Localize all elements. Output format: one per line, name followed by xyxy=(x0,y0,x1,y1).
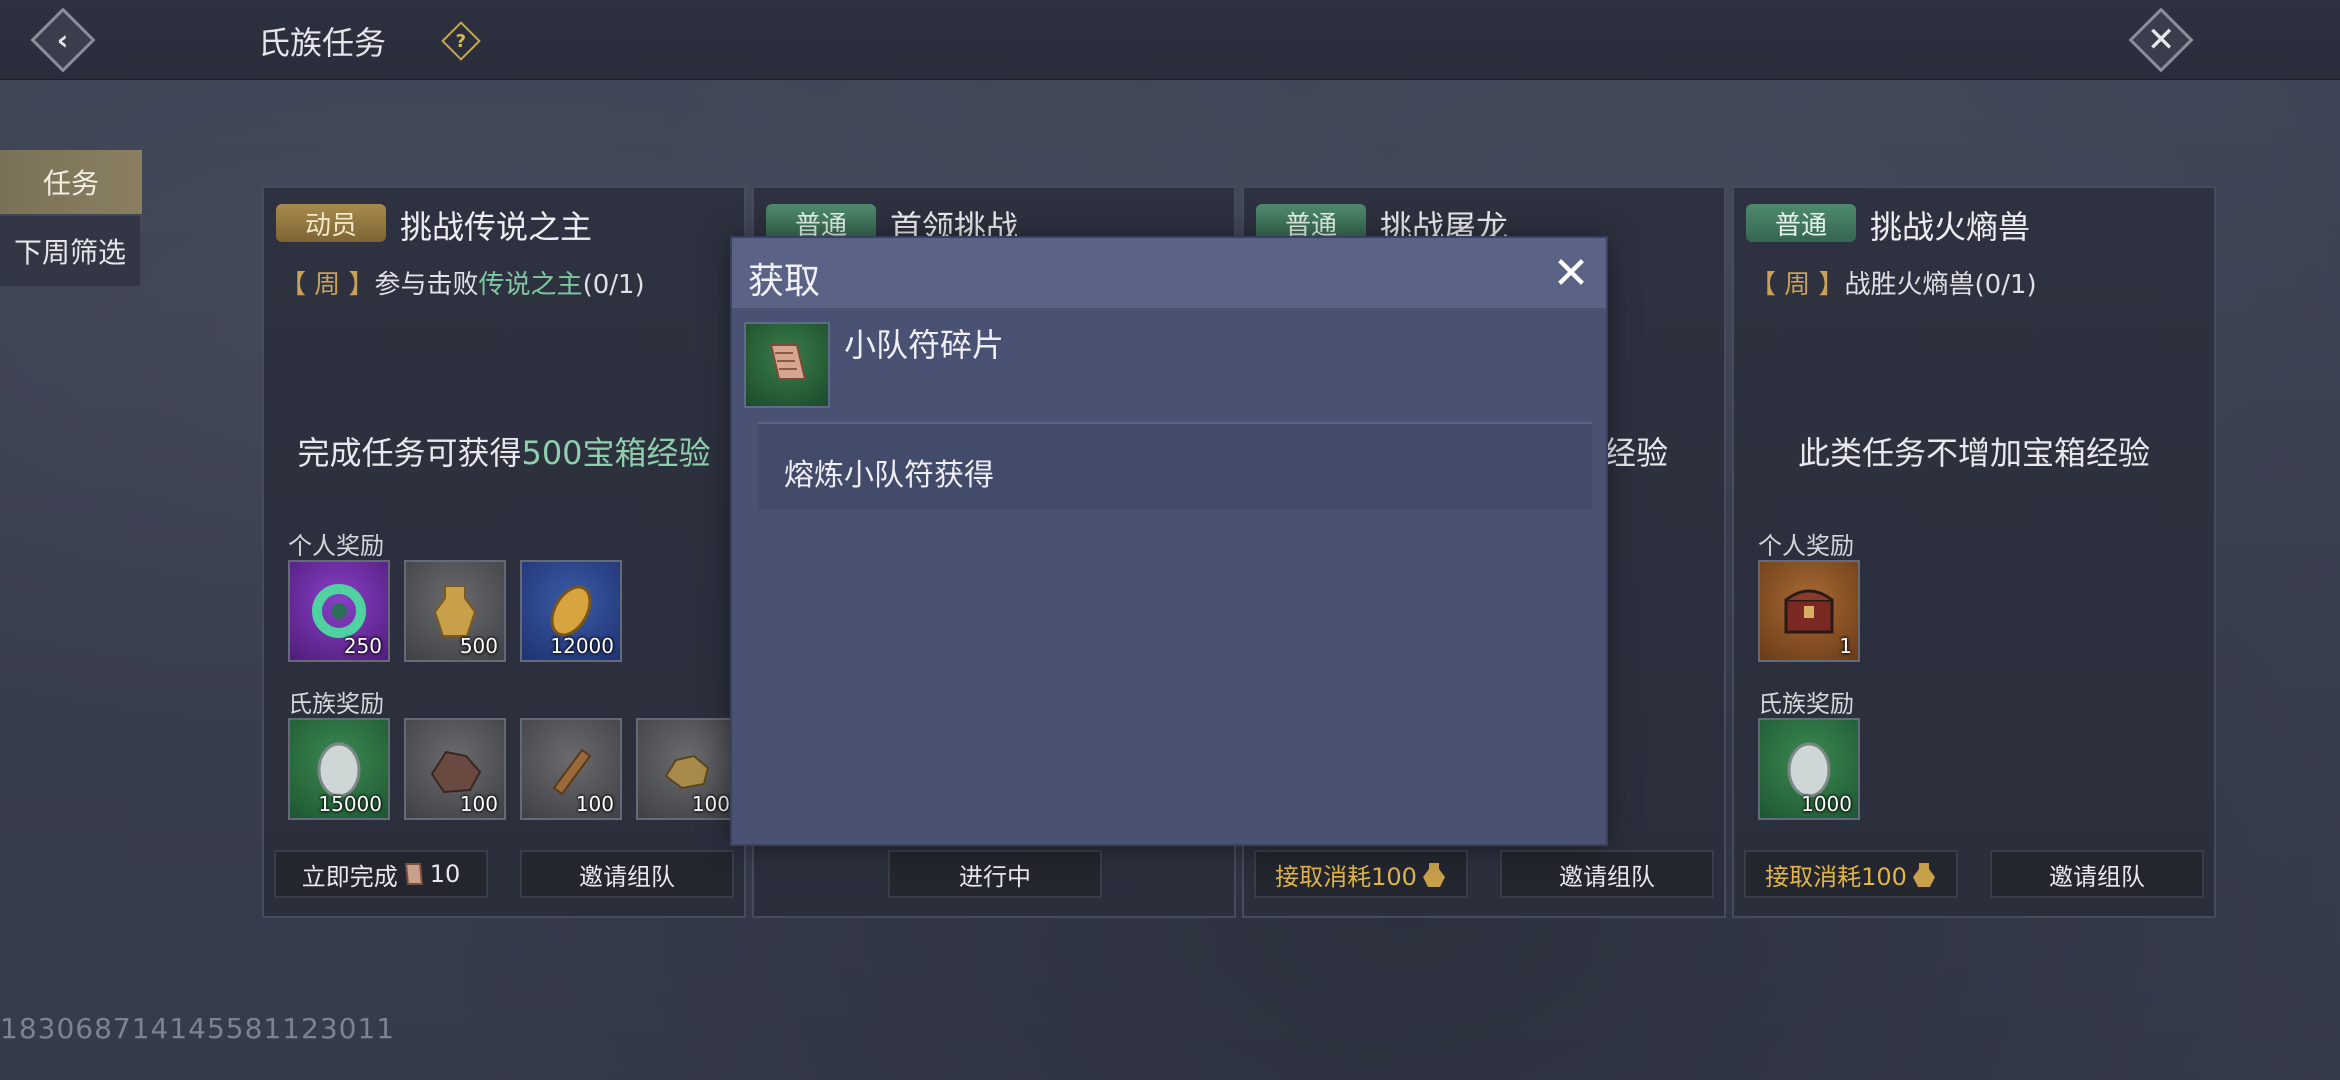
exp-text: 经验 xyxy=(1604,434,1669,472)
fur-pelt-icon[interactable]: 100 xyxy=(404,718,506,820)
invite-team-button[interactable]: 邀请组队 xyxy=(520,850,734,898)
exp-text: 此类任务不增加宝箱经验 xyxy=(1797,434,2150,472)
in-progress-button[interactable]: 进行中 xyxy=(888,850,1102,898)
silver-coin-icon[interactable]: 15000 xyxy=(288,718,390,820)
source-row[interactable]: 熔炼小队符获得 xyxy=(758,422,1592,510)
task-desc: 【 周 】战胜火熵兽(0/1) xyxy=(1750,270,2037,300)
help-icon[interactable]: ? xyxy=(441,21,481,61)
wood-icon[interactable]: 100 xyxy=(520,718,622,820)
top-bar: ‹ 氏族任务 ? ✕ xyxy=(0,0,2340,80)
personal-reward-label: 个人奖励 xyxy=(288,532,384,560)
task-tag: 普通 xyxy=(1746,204,1856,242)
task-desc: 【 周 】参与击败传说之主(0/1) xyxy=(280,270,645,300)
personal-rewards: 1 xyxy=(1758,560,1860,662)
clan-rewards: 15000 100 100 100 xyxy=(288,718,738,820)
jade-ring-icon[interactable]: 250 xyxy=(288,560,390,662)
silver-coin-icon[interactable]: 1000 xyxy=(1758,718,1860,820)
user-id: 18306871414558112301​1 xyxy=(0,1012,396,1045)
close-button[interactable]: ✕ xyxy=(2126,6,2196,74)
task-card: 普通 挑战火熵兽 【 周 】战胜火熵兽(0/1) 此类任务不增加宝箱经验 个人奖… xyxy=(1732,186,2216,918)
popup-item-name: 小队符碎片 xyxy=(844,326,1005,364)
clan-rewards: 1000 xyxy=(1758,718,1860,820)
exp-text: 完成任务可获得500宝箱经验 xyxy=(297,434,711,472)
popup-close-button[interactable]: ✕ xyxy=(1546,247,1596,299)
personal-rewards: 250 500 12000 xyxy=(288,560,622,662)
invite-team-button[interactable]: 邀请组队 xyxy=(1990,850,2204,898)
source-text: 熔炼小队符获得 xyxy=(784,458,994,493)
scroll-fragment-icon xyxy=(744,322,830,408)
shell-coin-icon[interactable]: 12000 xyxy=(520,560,622,662)
popup-title: 获取 xyxy=(748,261,821,302)
task-tag: 动员 xyxy=(276,204,386,242)
treasure-chest-icon[interactable]: 1 xyxy=(1758,560,1860,662)
sidebar-item-tasks[interactable]: 任务 xyxy=(0,150,142,214)
task-title: 挑战火熵兽 xyxy=(1870,208,2031,246)
ore-icon[interactable]: 100 xyxy=(636,718,738,820)
complete-now-button[interactable]: 立即完成 10 xyxy=(274,850,488,898)
spade-coin-icon xyxy=(1422,863,1445,887)
back-arrow-icon: ‹ xyxy=(30,7,96,73)
clan-reward-label: 氏族奖励 xyxy=(288,690,384,718)
task-card: 动员 挑战传说之主 【 周 】参与击败传说之主(0/1) 完成任务可获得500宝… xyxy=(262,186,746,918)
close-icon: ✕ xyxy=(2128,7,2194,73)
scroll-fragment-icon xyxy=(404,863,423,885)
back-button[interactable]: ‹ xyxy=(28,6,98,74)
spade-coin-icon xyxy=(1912,863,1935,887)
close-icon: ✕ xyxy=(1552,247,1590,299)
page-title: 氏族任务 xyxy=(258,24,387,62)
popup-header: 获取 ✕ xyxy=(732,238,1606,308)
clan-reward-label: 氏族奖励 xyxy=(1758,690,1854,718)
sidebar-item-next-week-filter[interactable]: 下周筛选 xyxy=(0,216,140,286)
spade-coin-icon[interactable]: 500 xyxy=(404,560,506,662)
invite-team-button[interactable]: 邀请组队 xyxy=(1500,850,1714,898)
accept-task-button[interactable]: 接取消耗100 xyxy=(1254,850,1468,898)
task-title: 挑战传说之主 xyxy=(400,208,593,246)
accept-task-button[interactable]: 接取消耗100 xyxy=(1744,850,1958,898)
personal-reward-label: 个人奖励 xyxy=(1758,532,1854,560)
obtain-popup: 获取 ✕ 小队符碎片 熔炼小队符获得 xyxy=(730,236,1608,846)
